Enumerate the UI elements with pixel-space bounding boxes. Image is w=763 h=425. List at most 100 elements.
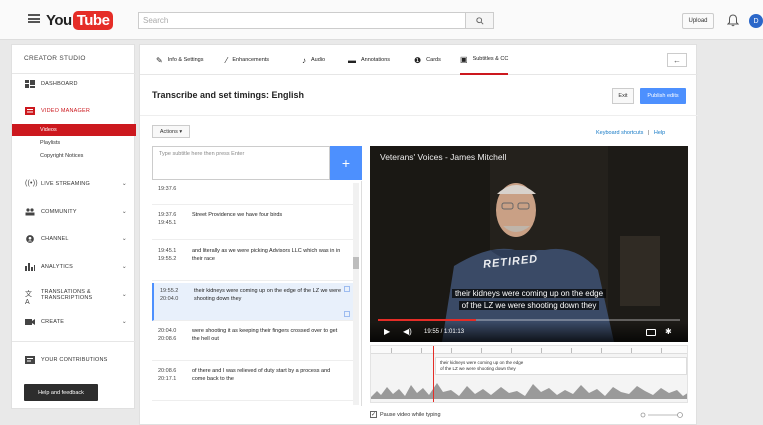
subtitle-start: 19:37.6 <box>158 212 177 218</box>
insert-above-icon[interactable] <box>344 286 350 292</box>
list-item[interactable]: 20:04.0 20:08.6 were shooting it as keepi… <box>152 323 354 361</box>
link-separator: | <box>647 130 650 136</box>
chevron-down-icon: ⌄ <box>121 209 127 215</box>
sidebar-item-community[interactable]: COMMUNITY ⌄ <box>12 205 136 219</box>
subtitle-times: 19:55.2 20:04.0 <box>160 287 178 303</box>
tab-subtitles-cc[interactable]: ▣ Subtitles & CC <box>460 45 509 75</box>
subtitle-end: 19:45.1 <box>158 220 177 226</box>
list-item[interactable]: 19:45.1 19:55.2 and literally as we were … <box>152 243 354 281</box>
tab-cards[interactable]: ❶ Cards <box>414 45 441 75</box>
pause-label: Pause video while typing <box>380 411 441 418</box>
subtitle-times: 19:45.1 19:55.2 <box>158 247 176 263</box>
sidebar-item-label: TRANSLATIONS & TRANSCRIPTIONS <box>41 288 93 302</box>
subtitle-times: 20:04.0 20:08.6 <box>158 327 176 343</box>
help-link[interactable]: Help <box>654 130 665 136</box>
help-feedback-button[interactable]: Help and feedback <box>24 384 98 401</box>
hamburger-menu-icon[interactable] <box>28 14 40 23</box>
timeline-playhead[interactable] <box>433 346 434 402</box>
cc-icon: ▣ <box>460 54 468 64</box>
volume-icon[interactable]: ◀) <box>403 327 412 336</box>
sidebar-sub-playlists[interactable]: Playlists <box>12 137 136 149</box>
player-controls <box>370 322 688 342</box>
subtitle-scroll-thumb[interactable] <box>353 257 359 269</box>
back-arrow-icon[interactable]: ← <box>667 53 687 67</box>
upload-button[interactable]: Upload <box>682 13 714 29</box>
video-manager-icon <box>25 107 35 115</box>
sidebar-item-live-streaming[interactable]: ((•)) LIVE STREAMING ⌄ <box>12 177 136 191</box>
sidebar-sub-videos[interactable]: Videos <box>12 124 136 136</box>
subtitle-times: 19:37.6 <box>158 185 176 193</box>
insert-below-icon[interactable] <box>344 311 350 317</box>
list-item[interactable]: 19:37.6 19:45.1 Street Providence we have… <box>152 207 354 240</box>
exit-button[interactable]: Exit <box>612 88 634 104</box>
translate-icon: 文A <box>25 291 33 306</box>
add-subtitle-button[interactable]: + <box>330 146 362 180</box>
subtitle-input[interactable]: Type subtitle here then press Enter <box>152 146 330 180</box>
subtitle-text[interactable]: their kidneys were coming up on the edge… <box>194 287 344 303</box>
tab-bar: ✎ Info & Settings ⁄ Enhancements ♪ Audio ▬ A… <box>140 45 698 75</box>
bell-icon[interactable] <box>727 14 739 27</box>
create-icon <box>25 319 35 325</box>
pause-while-typing[interactable]: ✓ Pause video while typing <box>370 411 441 418</box>
timeline-subtitle-block[interactable]: their kidneys were coming up on the edge… <box>435 357 687 375</box>
sidebar-item-create[interactable]: CREATE ⌄ <box>12 315 136 329</box>
sidebar-item-label: YOUR CONTRIBUTIONS <box>41 357 108 363</box>
tab-info-settings[interactable]: ✎ Info & Settings <box>156 45 203 75</box>
sidebar-item-channel[interactable]: CHANNEL ⌄ <box>12 232 136 246</box>
tab-annotations[interactable]: ▬ Annotations <box>348 45 390 75</box>
sidebar-divider <box>12 73 136 74</box>
subtitle-text[interactable]: of there and I was relieved of duty star… <box>192 367 342 383</box>
list-item[interactable]: 19:37.6 <box>152 181 354 205</box>
tab-enhancements[interactable]: ⁄ Enhancements <box>226 45 269 75</box>
video-progress-fill <box>378 319 477 321</box>
list-item-active[interactable]: 19:55.2 20:04.0 their kidneys were coming… <box>152 283 354 321</box>
captions-icon[interactable] <box>646 329 656 336</box>
sidebar-sub-copyright[interactable]: Copyright Notices <box>12 150 136 162</box>
tab-label: Annotations <box>361 57 391 63</box>
tab-audio[interactable]: ♪ Audio <box>302 45 325 75</box>
tab-label: Audio <box>311 57 326 63</box>
subtitle-start: 19:45.1 <box>158 248 177 254</box>
sidebar-title: CREATOR STUDIO <box>24 55 86 62</box>
sidebar-item-label: ANALYTICS <box>41 264 73 270</box>
avatar[interactable]: D <box>749 14 763 28</box>
search-icon <box>475 16 484 25</box>
gear-icon[interactable]: ✱ <box>665 327 672 336</box>
pause-checkbox[interactable]: ✓ <box>370 411 377 418</box>
video-time: 19:55 / 1:01:13 <box>424 329 465 335</box>
actions-dropdown[interactable]: Actions ▾ <box>152 125 190 138</box>
video-player[interactable]: RETIRED Veterans' Voices - James Mitchel… <box>370 146 688 342</box>
video-title: Veterans' Voices - James Mitchell <box>380 152 507 162</box>
sidebar-item-translations[interactable]: 文A TRANSLATIONS & TRANSCRIPTIONS ⌄ <box>12 285 136 307</box>
search-button[interactable] <box>466 12 494 29</box>
sidebar-item-label: LIVE STREAMING <box>41 181 90 187</box>
links-row: Keyboard shortcuts | Help <box>596 130 665 136</box>
top-bar: You Tube Search Upload D <box>0 0 763 40</box>
search-input[interactable]: Search <box>138 12 466 29</box>
sidebar-item-video-manager[interactable]: VIDEO MANAGER <box>12 104 136 118</box>
play-icon[interactable]: ▶ <box>384 327 390 336</box>
subtitle-list: 19:37.6 19:37.6 19:45.1 Street Providence… <box>152 181 362 406</box>
subtitle-scrollbar[interactable] <box>353 183 359 405</box>
keyboard-shortcuts-link[interactable]: Keyboard shortcuts <box>596 130 643 136</box>
subtitle-text[interactable]: Street Providence we have four birds <box>192 211 342 219</box>
timeline[interactable]: their kidneys were coming up on the edge… <box>370 345 688 403</box>
video-caption: their kidneys were coming up on the edge… <box>370 288 688 312</box>
list-item[interactable]: 20:08.6 20:17.1 of there and I was reliev… <box>152 363 354 401</box>
subtitle-text[interactable]: were shooting it as keeping their finger… <box>192 327 342 343</box>
subtitle-start: 20:08.6 <box>158 368 177 374</box>
subtitle-times: 20:08.6 20:17.1 <box>158 367 176 383</box>
chevron-down-icon: ⌄ <box>121 292 127 298</box>
publish-edits-button[interactable]: Publish edits <box>640 88 686 104</box>
subtitle-times: 19:37.6 19:45.1 <box>158 211 176 227</box>
audio-waveform <box>371 383 687 399</box>
sidebar-item-analytics[interactable]: ANALYTICS ⌄ <box>12 260 136 274</box>
sidebar-item-dashboard[interactable]: DASHBOARD <box>12 77 136 91</box>
subtitle-start: 19:37.6 <box>158 186 177 192</box>
logo-tube: Tube <box>72 10 114 30</box>
video-progress-bar[interactable] <box>378 319 680 321</box>
zoom-slider[interactable] <box>640 412 684 418</box>
subtitle-text[interactable]: and literally as we were picking Advisor… <box>192 247 342 263</box>
sidebar-item-contributions[interactable]: YOUR CONTRIBUTIONS <box>12 353 136 367</box>
youtube-logo[interactable]: You Tube <box>46 9 114 31</box>
